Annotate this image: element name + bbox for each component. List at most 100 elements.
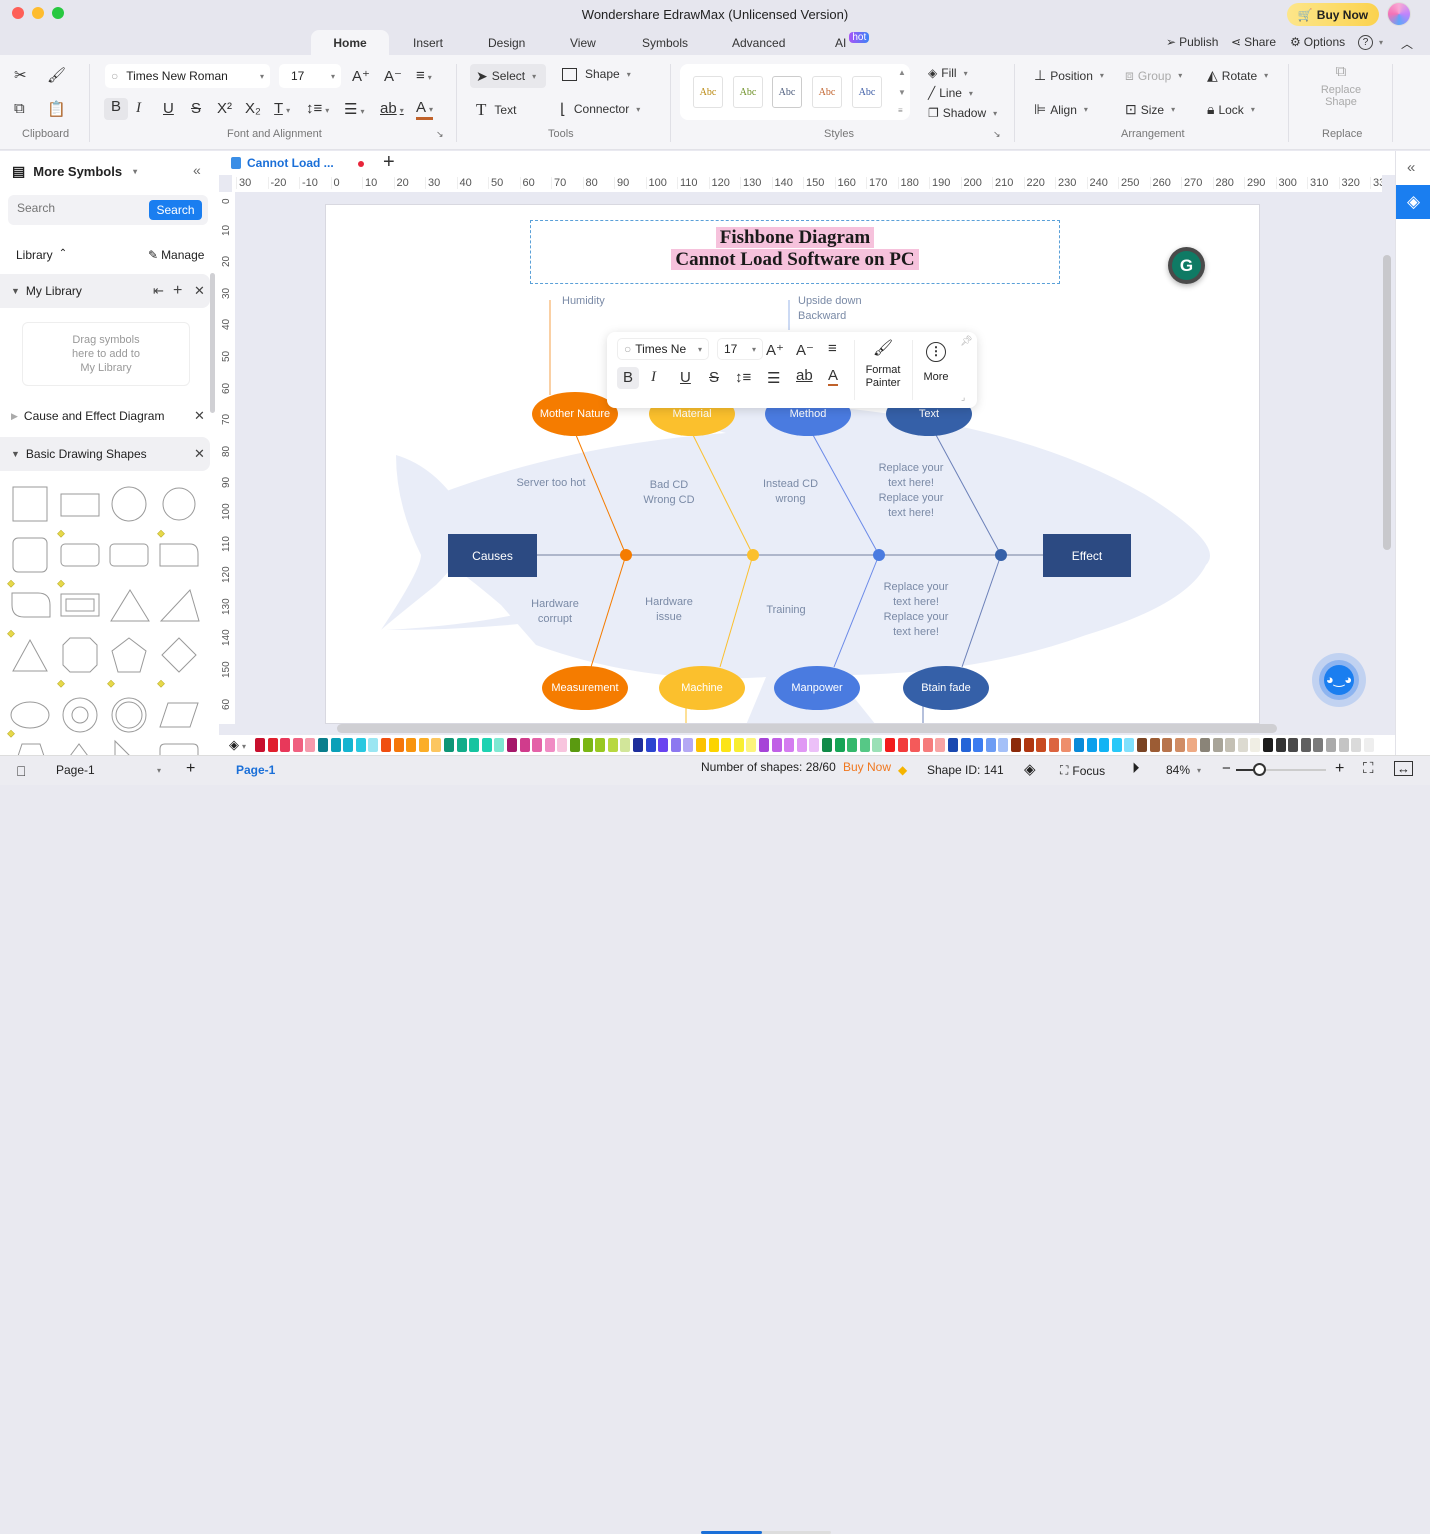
note-backward[interactable]: Backward: [798, 309, 846, 324]
color-swatch[interactable]: [1288, 738, 1299, 752]
color-swatch[interactable]: [406, 738, 417, 752]
font-color-icon[interactable]: A ▾: [416, 100, 434, 120]
shape-tool-button[interactable]: Shape ▾: [562, 67, 631, 81]
fit-width-icon[interactable]: ↔: [1394, 761, 1413, 776]
size-button[interactable]: ⊡ Size ▾: [1125, 101, 1175, 118]
options-button[interactable]: ⚙ Options: [1290, 35, 1345, 49]
tab-advanced[interactable]: Advanced: [722, 30, 795, 55]
color-swatch[interactable]: [1225, 738, 1236, 752]
color-swatch[interactable]: [456, 738, 467, 752]
style-swatch[interactable]: Abc: [693, 76, 723, 108]
causes-box[interactable]: Causes: [448, 534, 537, 577]
format-painter-icon[interactable]: 🖌: [47, 66, 66, 84]
font-family-select[interactable]: ○ Times New Roman ▾: [105, 64, 270, 88]
category-node[interactable]: Machine: [659, 666, 745, 710]
color-swatch[interactable]: [343, 738, 354, 752]
library-section-basic-shapes[interactable]: ▼ Basic Drawing Shapes ✕: [0, 437, 210, 471]
color-swatch[interactable]: [683, 738, 694, 752]
italic-icon[interactable]: I: [651, 369, 656, 386]
cut-icon[interactable]: ✂: [14, 66, 27, 84]
cause-text[interactable]: Replace your text here! Replace your tex…: [871, 461, 951, 521]
color-swatch[interactable]: [532, 738, 543, 752]
bold-icon[interactable]: B: [617, 367, 639, 389]
add-icon[interactable]: +: [173, 282, 182, 300]
color-swatch[interactable]: [280, 738, 291, 752]
align-button[interactable]: ⊫ Align ▾: [1034, 101, 1088, 118]
buy-now-button[interactable]: 🛒 Buy Now: [1287, 3, 1379, 26]
italic-icon[interactable]: I: [136, 100, 141, 117]
color-swatch[interactable]: [1275, 738, 1286, 752]
tab-home[interactable]: Home: [311, 30, 389, 55]
more-button[interactable]: ⋮ More: [917, 342, 955, 383]
zoom-out-button[interactable]: −: [1222, 760, 1231, 777]
vertical-scrollbar[interactable]: [1383, 255, 1391, 550]
color-swatch[interactable]: [1187, 738, 1198, 752]
fill-panel-button[interactable]: ◈: [1396, 185, 1430, 219]
bold-icon[interactable]: B: [104, 98, 128, 120]
strikethrough-icon[interactable]: S: [709, 369, 719, 386]
gallery-expand-icon[interactable]: ≡: [898, 106, 903, 115]
library-toggle[interactable]: Library ⌃: [16, 248, 67, 262]
color-swatch[interactable]: [1200, 738, 1210, 752]
pin-icon[interactable]: 📌︎: [960, 336, 973, 347]
group-button[interactable]: ⧈ Group ▾: [1125, 67, 1182, 84]
decrease-font-icon[interactable]: A⁻: [384, 67, 402, 85]
my-library-dropzone[interactable]: Drag symbols here to add to My Library: [22, 322, 190, 386]
horizontal-scrollbar[interactable]: [337, 724, 1277, 733]
collapse-ribbon-icon[interactable]: ︿: [1401, 35, 1413, 52]
color-swatch[interactable]: [431, 738, 442, 752]
effect-box[interactable]: Effect: [1043, 534, 1131, 577]
select-tool-button[interactable]: ➤ Select ▾: [470, 64, 546, 88]
color-swatch[interactable]: [822, 738, 832, 752]
superscript-icon[interactable]: X²: [217, 100, 232, 117]
help-button[interactable]: ? ▾: [1358, 35, 1383, 50]
paste-icon[interactable]: 📋: [47, 100, 66, 118]
close-icon[interactable]: ✕: [194, 408, 205, 424]
gallery-scroll-down-icon[interactable]: ▼: [898, 88, 906, 97]
cause-text[interactable]: Bad CD Wrong CD: [634, 478, 704, 508]
underline-icon[interactable]: U: [680, 369, 691, 386]
color-swatch[interactable]: [444, 738, 454, 752]
tab-design[interactable]: Design: [478, 30, 535, 55]
new-tab-button[interactable]: +: [383, 151, 395, 174]
color-swatch[interactable]: [859, 738, 870, 752]
increase-font-icon[interactable]: A⁺: [766, 341, 784, 359]
font-dialog-launcher-icon[interactable]: ↘: [436, 129, 444, 140]
rotate-button[interactable]: ◭ Rotate ▾: [1207, 67, 1268, 84]
color-swatch[interactable]: [595, 738, 606, 752]
cause-text[interactable]: Hardware issue: [634, 595, 704, 625]
color-swatch[interactable]: [1023, 738, 1034, 752]
color-swatch[interactable]: [255, 738, 265, 752]
color-swatch[interactable]: [582, 738, 593, 752]
publish-button[interactable]: ➢ Publish: [1166, 35, 1218, 49]
highlight-icon[interactable]: ab ▾: [380, 100, 404, 117]
focus-button[interactable]: ⛶ Focus: [1060, 763, 1105, 778]
resize-icon[interactable]: ⌟: [961, 392, 965, 403]
color-swatch[interactable]: [507, 738, 517, 752]
expand-panel-icon[interactable]: «: [1407, 159, 1415, 176]
close-icon[interactable]: ✕: [194, 446, 205, 462]
color-swatch[interactable]: [330, 738, 341, 752]
category-node[interactable]: Mother Nature: [532, 392, 618, 436]
zoom-level-select[interactable]: 84% ▾: [1166, 763, 1201, 777]
layers-icon[interactable]: ◈: [1024, 760, 1036, 778]
color-swatch[interactable]: [696, 738, 706, 752]
color-swatch[interactable]: [733, 738, 744, 752]
more-symbols-button[interactable]: ▤ More Symbols ▾: [12, 163, 137, 180]
color-swatch[interactable]: [557, 738, 568, 752]
page-panel-icon[interactable]: ⎕: [17, 763, 25, 780]
bullet-list-icon[interactable]: ☰: [767, 369, 780, 387]
copy-icon[interactable]: ⧉: [14, 100, 25, 117]
style-swatch[interactable]: Abc: [812, 76, 842, 108]
search-button[interactable]: Search: [149, 200, 202, 220]
zoom-slider[interactable]: [1236, 763, 1326, 776]
play-icon[interactable]: ⏵: [1132, 760, 1140, 777]
color-swatch[interactable]: [1174, 738, 1185, 752]
font-color-icon[interactable]: A: [828, 367, 839, 386]
text-tool-button[interactable]: T Text: [476, 100, 516, 120]
color-swatch[interactable]: [759, 738, 769, 752]
color-swatch[interactable]: [519, 738, 530, 752]
sidebar-scrollbar[interactable]: [210, 273, 215, 413]
color-swatch[interactable]: [746, 738, 757, 752]
subscript-icon[interactable]: X₂: [245, 100, 261, 117]
